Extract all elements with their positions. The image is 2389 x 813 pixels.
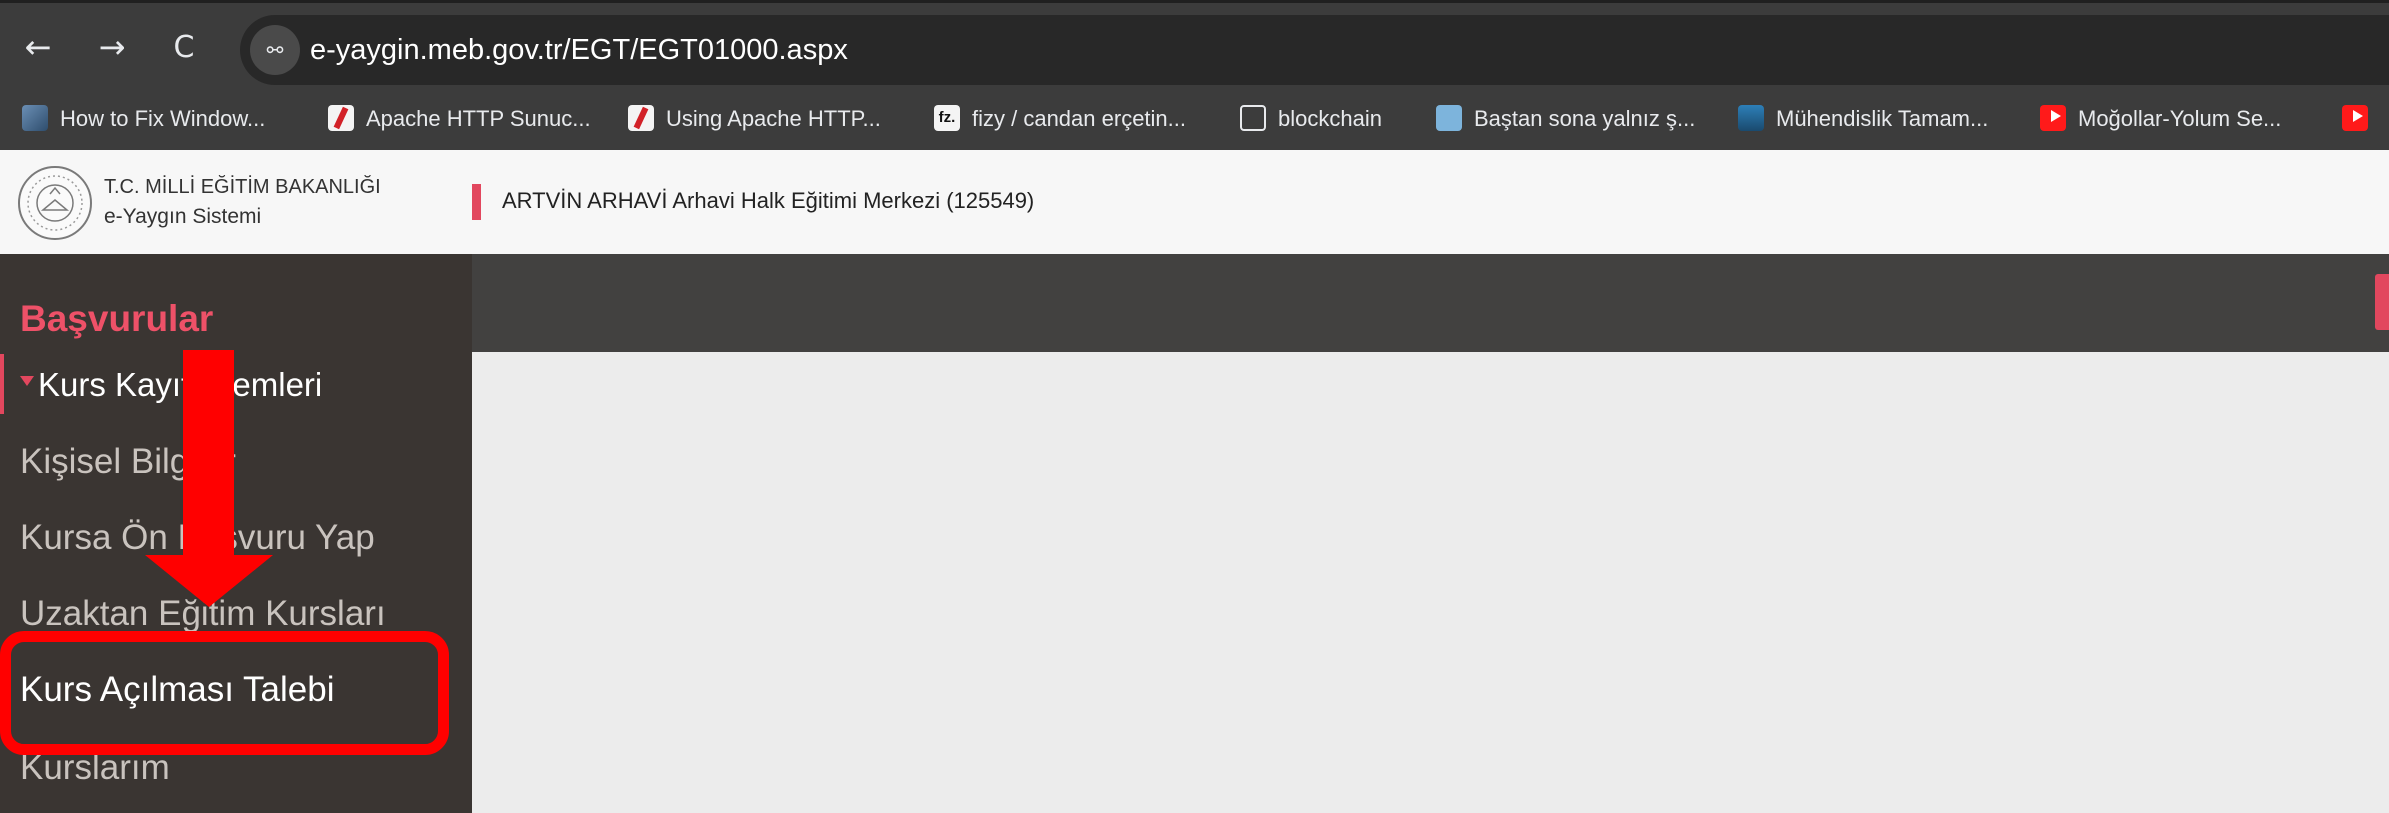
system-name: e-Yaygın Sistemi	[104, 205, 262, 228]
windows-help-favicon-icon	[22, 105, 48, 132]
address-bar[interactable]: ⚯ e-yaygin.meb.gov.tr/EGT/EGT01000.aspx	[240, 15, 2389, 85]
institution-marker	[472, 184, 481, 220]
folder-icon	[1240, 105, 1266, 132]
meb-logo-icon	[18, 166, 92, 240]
bookmark-item[interactable]: Baştan sona yalnız ş...	[1436, 88, 1695, 150]
site-info-icon[interactable]: ⚯	[250, 25, 300, 75]
bookmark-item[interactable]: Using Apache HTTP...	[628, 88, 881, 150]
ministry-name: T.C. MİLLİ EĞİTİM BAKANLIĞI	[104, 176, 381, 198]
bookmark-item[interactable]	[2342, 88, 2380, 150]
bookmark-label: Moğollar-Yolum Se...	[2078, 106, 2282, 131]
content-toolbar	[472, 254, 2389, 352]
youtube-icon	[2342, 105, 2368, 132]
bookmark-item[interactable]: Apache HTTP Sunuc...	[328, 88, 591, 150]
sidebar-group-label: Kurs Kayıt İşlemleri	[38, 366, 323, 403]
sidebar-title: Başvurular	[20, 298, 214, 339]
fizy-icon: fz.	[934, 105, 960, 132]
apache-feather-icon	[328, 105, 354, 132]
main-content	[472, 352, 2389, 813]
annotation-arrow-head-icon	[145, 555, 273, 607]
group-active-marker	[0, 354, 4, 414]
annotation-arrow-shaft	[183, 350, 234, 556]
bookmarks-bar: How to Fix Window... Apache HTTP Sunuc..…	[0, 88, 2389, 151]
caret-down-icon	[20, 376, 34, 386]
bookmark-label: Mühendislik Tamam...	[1776, 106, 1989, 131]
apache-feather-icon	[628, 105, 654, 132]
url-text[interactable]: e-yaygin.meb.gov.tr/EGT/EGT01000.aspx	[310, 15, 848, 85]
bookmark-label: blockchain	[1278, 106, 1382, 131]
bookmark-item[interactable]: How to Fix Window...	[22, 88, 265, 150]
back-arrow-icon[interactable]: ←	[12, 21, 64, 73]
bookmark-label: fizy / candan erçetin...	[972, 106, 1186, 131]
annotation-highlight-box	[0, 631, 449, 755]
bookmark-label: How to Fix Window...	[60, 106, 266, 131]
sidebar-group-kurs-kayit[interactable]: Kurs Kayıt İşlemleri	[0, 354, 472, 414]
leaf-icon	[1738, 105, 1764, 132]
bookmark-item[interactable]: Mühendislik Tamam...	[1738, 88, 1988, 150]
browser-toolbar: ← → C ⚯ e-yaygin.meb.gov.tr/EGT/EGT01000…	[0, 0, 2389, 88]
bookmark-label: Baştan sona yalnız ş...	[1474, 106, 1696, 131]
institution-name: ARTVİN ARHAVİ Arhavi Halk Eğitimi Merkez…	[502, 188, 1035, 213]
bookmark-label: Apache HTTP Sunuc...	[366, 106, 591, 131]
reload-icon[interactable]: C	[158, 21, 210, 73]
app-header: T.C. MİLLİ EĞİTİM BAKANLIĞI e-Yaygın Sis…	[0, 150, 2389, 255]
bookmark-item[interactable]: blockchain	[1240, 88, 1382, 150]
forward-arrow-icon[interactable]: →	[86, 21, 138, 73]
youtube-icon	[2040, 105, 2066, 132]
owl-icon	[1436, 105, 1462, 132]
bookmark-label: Using Apache HTTP...	[666, 106, 881, 131]
bookmark-item[interactable]: fz. fizy / candan erçetin...	[934, 88, 1186, 150]
toolbar-accent-tab[interactable]	[2375, 274, 2389, 330]
bookmark-item[interactable]: Moğollar-Yolum Se...	[2040, 88, 2281, 150]
